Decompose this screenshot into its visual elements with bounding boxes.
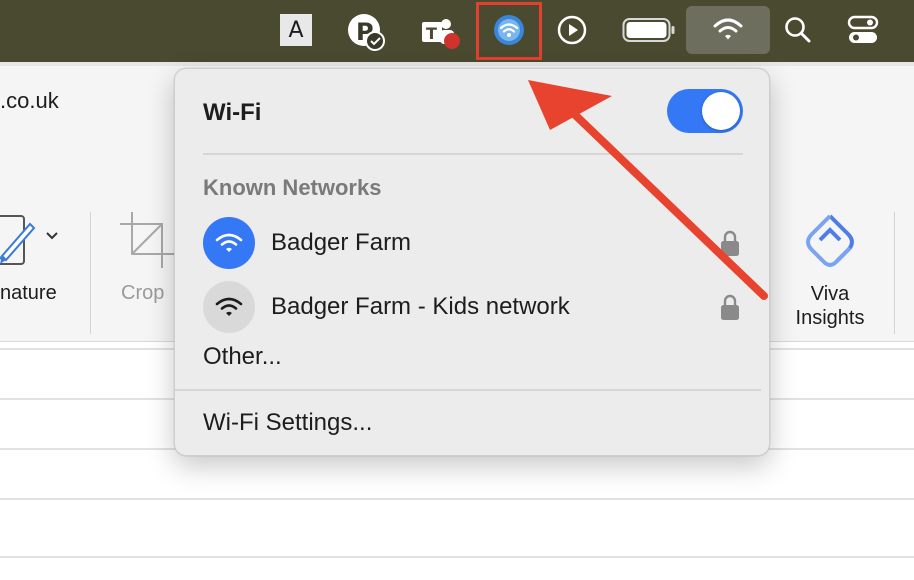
viva-insights-label: Viva Insights — [780, 282, 880, 330]
network-item[interactable]: Badger Farm — [203, 217, 743, 269]
crop-icon[interactable] — [118, 210, 178, 270]
known-networks-heading: Known Networks — [203, 175, 382, 200]
font-menu-letter: A — [288, 17, 304, 43]
list-divider — [0, 498, 914, 500]
p-app-icon[interactable]: P — [346, 12, 386, 52]
control-center-icon[interactable] — [846, 14, 880, 46]
play-icon[interactable] — [556, 14, 588, 46]
network-item[interactable]: Badger Farm - Kids network — [203, 281, 743, 333]
wifi-icon — [713, 18, 743, 40]
wifi-toggle[interactable] — [667, 89, 743, 133]
other-networks-item[interactable]: Other... — [203, 343, 282, 371]
crop-label: Crop — [121, 282, 165, 304]
toggle-knob — [702, 92, 740, 130]
wifi-menu-title: Wi-Fi — [203, 99, 262, 126]
lock-icon — [719, 293, 741, 321]
font-menu-icon[interactable]: A — [280, 14, 312, 46]
signature-label: nature — [0, 282, 57, 304]
viva-insights-icon[interactable] — [798, 208, 862, 272]
viva-label-line1: Viva — [810, 283, 850, 305]
search-icon[interactable] — [782, 14, 814, 46]
lock-icon — [719, 229, 741, 257]
menu-bar: A P T — [0, 0, 914, 62]
wifi-menubar-icon[interactable] — [686, 6, 770, 54]
viva-label-line2: Insights — [795, 307, 865, 329]
ribbon-divider — [894, 212, 895, 334]
signature-icon[interactable] — [0, 210, 40, 270]
chevron-down-icon[interactable] — [44, 228, 60, 244]
network-name: Badger Farm - Kids network — [271, 293, 570, 320]
wifi-settings-item[interactable]: Wi-Fi Settings... — [203, 409, 372, 437]
sender-address: .co.uk — [0, 88, 59, 113]
network-name: Badger Farm — [271, 229, 412, 256]
wifi-connected-icon — [203, 217, 255, 269]
ribbon-divider — [90, 212, 91, 334]
wifi-icon — [203, 281, 255, 333]
highlight-box — [476, 2, 542, 60]
wifi-menu: Wi-Fi Known Networks Badger Farm Badger … — [174, 68, 770, 456]
teams-icon[interactable]: T — [420, 12, 462, 52]
svg-text:T: T — [426, 24, 437, 43]
list-divider — [0, 556, 914, 558]
menu-separator — [175, 389, 761, 391]
battery-icon[interactable] — [622, 16, 676, 44]
menu-separator — [203, 153, 743, 155]
